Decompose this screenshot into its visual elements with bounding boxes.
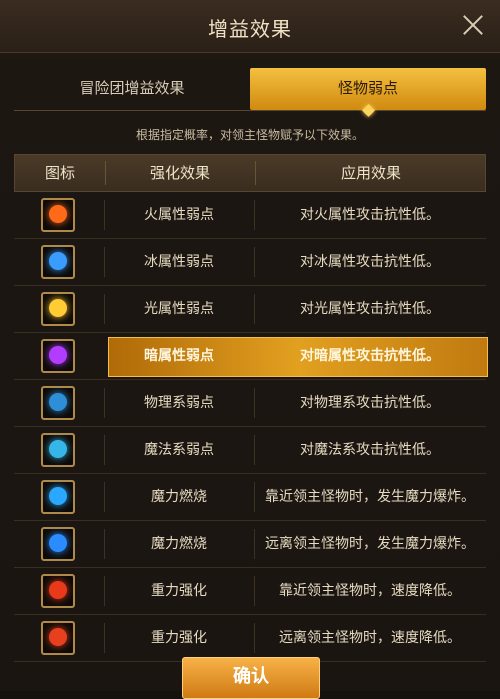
- header-icon: 图标: [44, 164, 75, 182]
- tab-monster-weakness-label: 怪物弱点: [337, 79, 398, 97]
- dialog-title: 增益效果: [208, 17, 292, 41]
- dark-weakness-icon: [41, 339, 75, 373]
- mana-burn-far-icon: [41, 527, 75, 561]
- table-row[interactable]: 魔力燃烧 靠近领主怪物时，发生魔力爆炸。: [14, 474, 486, 521]
- confirm-button[interactable]: 确认: [182, 657, 320, 699]
- gravity-far-icon: [41, 621, 75, 655]
- ice-weakness-icon: [41, 245, 75, 279]
- applied-effect: 靠近领主怪物时，发生魔力爆炸。: [265, 489, 475, 505]
- header-applied: 应用效果: [340, 164, 401, 182]
- table-row[interactable]: 重力强化 靠近领主怪物时，速度降低。: [14, 568, 486, 615]
- effect-name: 火属性弱点: [144, 207, 214, 223]
- table-body: 火属性弱点 对火属性攻击抗性低。冰属性弱点 对冰属性攻击抗性低。光属性弱点 对光属性攻…: [14, 192, 488, 662]
- tab-monster-weakness[interactable]: 怪物弱点: [250, 68, 486, 117]
- table-row[interactable]: 光属性弱点 对光属性攻击抗性低。: [14, 286, 486, 333]
- table-row[interactable]: 暗属性弱点 对暗属性攻击抗性低。: [14, 333, 488, 380]
- applied-effect: 远离领主怪物时，发生魔力爆炸。: [265, 536, 475, 552]
- table-row[interactable]: 冰属性弱点 对冰属性攻击抗性低。: [14, 239, 486, 286]
- effect-name: 物理系弱点: [144, 395, 214, 411]
- effect-name: 光属性弱点: [144, 301, 214, 317]
- table-header: 图标 强化效果 应用效果: [14, 154, 486, 192]
- tab-adventure-buff[interactable]: 冒险团增益效果: [14, 68, 250, 110]
- table-row[interactable]: 魔法系弱点 对魔法系攻击抗性低。: [14, 427, 486, 474]
- applied-effect: 对火属性攻击抗性低。: [300, 207, 440, 223]
- applied-effect: 靠近领主怪物时，速度降低。: [279, 583, 461, 599]
- table-row[interactable]: 火属性弱点 对火属性攻击抗性低。: [14, 192, 486, 239]
- magic-weakness-icon: [41, 433, 75, 467]
- buff-effects-dialog: 增益效果 冒险团增益效果 怪物弱点 根据指定概率，对领主怪物赋予以下效果。 图标…: [0, 0, 500, 699]
- effect-name: 冰属性弱点: [144, 254, 214, 270]
- close-icon[interactable]: [460, 12, 486, 38]
- effect-name: 暗属性弱点: [144, 348, 214, 364]
- tab-bar: 冒险团增益效果 怪物弱点: [14, 68, 486, 117]
- description-text: 根据指定概率，对领主怪物赋予以下效果。: [135, 128, 364, 142]
- physical-weakness-icon: [41, 386, 75, 420]
- mana-burn-near-icon: [41, 480, 75, 514]
- table-row[interactable]: 魔力燃烧 远离领主怪物时，发生魔力爆炸。: [14, 521, 486, 568]
- applied-effect: 对光属性攻击抗性低。: [300, 301, 440, 317]
- fire-weakness-icon: [41, 198, 75, 232]
- applied-effect: 对魔法系攻击抗性低。: [300, 442, 440, 458]
- effect-name: 魔力燃烧: [151, 536, 207, 552]
- effect-name: 重力强化: [151, 583, 207, 599]
- table-row[interactable]: 物理系弱点 对物理系攻击抗性低。: [14, 380, 486, 427]
- active-tab-indicator: [362, 104, 375, 117]
- applied-effect: 对冰属性攻击抗性低。: [300, 254, 440, 270]
- effect-name: 魔法系弱点: [144, 442, 214, 458]
- effects-table: 图标 强化效果 应用效果 火属性弱点 对火属性攻击抗性低。冰属性弱点 对冰属性攻击抗…: [14, 154, 488, 662]
- effect-name: 重力强化: [151, 630, 207, 646]
- light-weakness-icon: [41, 292, 75, 326]
- table-row[interactable]: 重力强化 远离领主怪物时，速度降低。: [14, 615, 486, 662]
- dialog-titlebar: 增益效果: [0, 0, 500, 53]
- applied-effect: 远离领主怪物时，速度降低。: [279, 630, 461, 646]
- gravity-near-icon: [41, 574, 75, 608]
- applied-effect: 对暗属性攻击抗性低。: [300, 348, 440, 364]
- effect-name: 魔力燃烧: [151, 489, 207, 505]
- applied-effect: 对物理系攻击抗性低。: [300, 395, 440, 411]
- header-effect: 强化效果: [149, 164, 210, 182]
